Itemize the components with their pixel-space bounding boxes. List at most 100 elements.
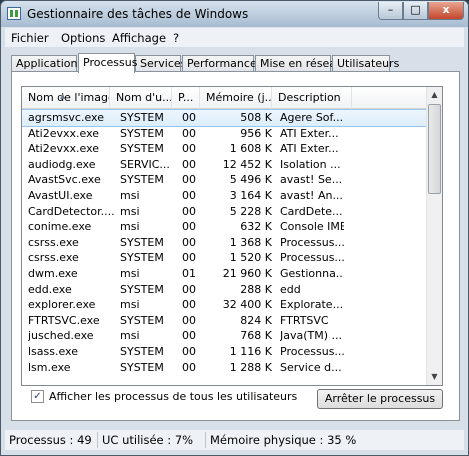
tab-utilisateurs[interactable]: Utilisateurs — [332, 55, 399, 72]
cell-description: Explorate... — [280, 298, 344, 312]
close-button[interactable]: x — [428, 2, 464, 20]
cell-user-name: SYSTEM — [120, 251, 164, 265]
cell-memory: 288 K — [240, 282, 272, 296]
cell-image-name: CardDetector.... — [28, 204, 114, 218]
cell-image-name: dwm.exe — [28, 266, 78, 280]
cell-memory: 1 116 K — [229, 344, 272, 358]
column-header-cpu[interactable]: P... — [172, 87, 200, 109]
title-bar[interactable]: Gestionnaire des tâches de Windows – □ x — [1, 1, 468, 27]
cell-memory: 956 K — [240, 126, 272, 140]
cell-cpu: 00 — [182, 282, 196, 296]
cell-memory: 1 520 K — [229, 251, 272, 265]
column-header-memory[interactable]: Mémoire (j... — [200, 87, 272, 109]
cell-memory: 12 452 K — [222, 157, 272, 171]
menu-fichier[interactable]: Fichier — [11, 31, 49, 45]
cell-image-name: agrsmsvc.exe — [28, 111, 104, 124]
vertical-scrollbar[interactable]: ▲ ▼ — [426, 87, 442, 385]
status-process-count: Processus : 49 — [9, 433, 92, 447]
table-row[interactable]: agrsmsvc.exe SYSTEM 00 508 K Agere Sof... — [22, 109, 429, 127]
task-manager-icon — [7, 7, 21, 20]
table-row[interactable]: explorer.exe msi 00 32 400 K Explorate... — [22, 297, 428, 313]
cell-memory: 508 K — [240, 111, 272, 124]
cell-cpu: 00 — [182, 173, 196, 187]
show-all-users-checkbox[interactable]: ✓ — [31, 390, 44, 403]
cell-image-name: edd.exe — [28, 282, 72, 296]
cell-user-name: msi — [120, 298, 140, 312]
tab-processus[interactable]: Processus — [78, 53, 137, 73]
status-cpu-usage: UC utilisée : 7% — [97, 432, 205, 448]
cell-description: edd — [280, 282, 301, 296]
scroll-down-icon[interactable]: ▼ — [427, 369, 442, 385]
column-header-description[interactable]: Description — [272, 87, 352, 109]
cell-description: Java(TM) ... — [280, 329, 343, 343]
column-header-image-name[interactable]: ▲ Nom de l'image — [22, 87, 110, 109]
table-row[interactable]: Ati2evxx.exe SYSTEM 00 956 K ATI Exter... — [22, 126, 428, 142]
cell-user-name: msi — [120, 204, 140, 218]
cell-cpu: 00 — [182, 126, 196, 140]
cell-cpu: 00 — [182, 251, 196, 265]
minimize-button[interactable]: – — [378, 2, 403, 20]
cell-description: Processus... — [280, 251, 344, 265]
column-header-user-name[interactable]: Nom d'u... — [110, 87, 172, 109]
table-row[interactable]: csrss.exe SYSTEM 00 1 368 K Processus... — [22, 235, 428, 251]
cell-image-name: AvastUI.exe — [28, 188, 93, 202]
table-row[interactable]: edd.exe SYSTEM 00 288 K edd — [22, 282, 428, 298]
table-row[interactable]: AvastSvc.exe SYSTEM 00 5 496 K avast! Se... — [22, 172, 428, 188]
cell-cpu: 00 — [182, 204, 196, 218]
process-list[interactable]: ▲ Nom de l'image Nom d'u... P... Mémoire… — [21, 86, 443, 386]
table-row[interactable]: AvastUI.exe msi 00 3 164 K avast! An... — [22, 188, 428, 204]
table-row[interactable]: CardDetector.... msi 00 5 228 K CardDete... — [22, 204, 428, 220]
cell-image-name: AvastSvc.exe — [28, 173, 101, 187]
cell-memory: 5 496 K — [229, 173, 272, 187]
cell-memory: 21 960 K — [222, 266, 272, 280]
cell-description: CardDete... — [280, 204, 343, 218]
cell-user-name: SYSTEM — [120, 173, 164, 187]
process-rows: agrsmsvc.exe SYSTEM 00 508 K Agere Sof... Ati… — [22, 109, 429, 376]
cell-description: Processus... — [280, 235, 344, 249]
table-row[interactable]: jusched.exe msi 00 768 K Java(TM) ... — [22, 328, 428, 344]
cell-description: ATI Exter... — [280, 126, 339, 140]
cell-image-name: audiodg.exe — [28, 157, 96, 171]
cell-image-name: csrss.exe — [28, 235, 79, 249]
cell-description: avast! An... — [280, 188, 343, 202]
end-process-button[interactable]: Arrêter le processus — [317, 389, 443, 409]
cell-user-name: SYSTEM — [120, 282, 164, 296]
show-all-users-label: Afficher les processus de tous les utili… — [49, 390, 298, 403]
table-row[interactable]: dwm.exe msi 01 21 960 K Gestionna... — [22, 266, 428, 282]
menu-options[interactable]: Options — [61, 31, 105, 45]
cell-user-name: SYSTEM — [120, 111, 164, 124]
cell-memory: 1 368 K — [229, 235, 272, 249]
window-title: Gestionnaire des tâches de Windows — [27, 7, 249, 21]
cell-user-name: msi — [120, 220, 140, 234]
scroll-up-icon[interactable]: ▲ — [427, 87, 442, 103]
tab-performances[interactable]: Performances — [182, 55, 262, 72]
cell-memory: 632 K — [240, 220, 272, 234]
cell-memory: 5 228 K — [229, 204, 272, 218]
maximize-button[interactable]: □ — [403, 2, 428, 20]
status-physical-memory: Mémoire physique : 35 % — [205, 432, 365, 448]
table-row[interactable]: Ati2evxx.exe SYSTEM 00 1 608 K ATI Exter... — [22, 141, 428, 157]
cell-memory: 32 400 K — [222, 298, 272, 312]
cell-description: Processus... — [280, 344, 344, 358]
tab-mise-en-reseau[interactable]: Mise en réseau — [255, 55, 343, 72]
table-row[interactable]: conime.exe msi 00 632 K Console IME — [22, 219, 428, 235]
menu-affichage[interactable]: Affichage — [112, 31, 166, 45]
scrollbar-thumb[interactable] — [428, 104, 441, 194]
cell-description: avast! Se... — [280, 173, 343, 187]
table-row[interactable]: lsm.exe SYSTEM 00 1 288 K Service d... — [22, 360, 428, 376]
tab-applications[interactable]: Applications — [11, 55, 83, 72]
table-row[interactable]: FTRTSVC.exe SYSTEM 00 824 K FTRTSVC — [22, 313, 428, 329]
cell-image-name: FTRTSVC.exe — [28, 313, 100, 327]
table-row[interactable]: lsass.exe SYSTEM 00 1 116 K Processus... — [22, 344, 428, 360]
cell-cpu: 00 — [182, 188, 196, 202]
cell-memory: 824 K — [240, 313, 272, 327]
cell-description: Isolation ... — [280, 157, 341, 171]
menu-help[interactable]: ? — [173, 31, 179, 45]
cell-description: Agere Sof... — [280, 111, 344, 124]
table-row[interactable]: csrss.exe SYSTEM 00 1 520 K Processus... — [22, 250, 428, 266]
cell-image-name: lsass.exe — [28, 344, 78, 358]
tab-services[interactable]: Services — [135, 55, 186, 72]
cell-cpu: 00 — [182, 329, 196, 343]
table-row[interactable]: audiodg.exe SERVIC... 00 12 452 K Isolation … — [22, 157, 428, 173]
status-bar: Processus : 49 UC utilisée : 7% Mémoire … — [5, 430, 464, 450]
